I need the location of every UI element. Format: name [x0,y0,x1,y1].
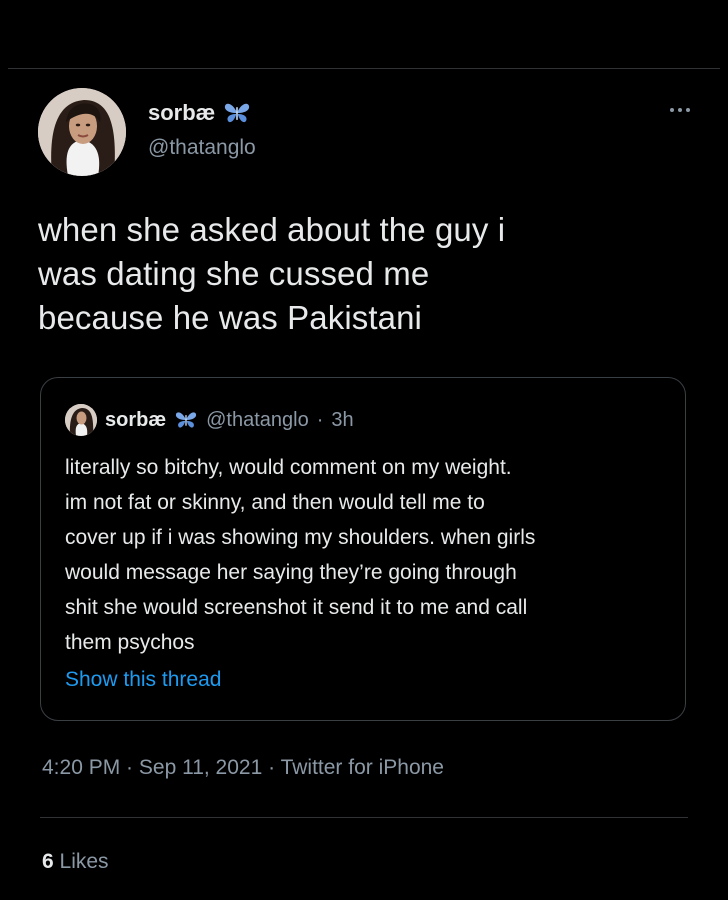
tweet-header: sorbæ @thatanglo [38,88,690,180]
author-name-row: sorbæ [148,100,251,126]
quoted-tweet-header: sorbæ @thatanglo · 3h [65,404,354,436]
quoted-text-line: them psychos [65,631,195,654]
quoted-separator: · [316,408,324,431]
avatar-photo [38,88,126,176]
author-avatar[interactable] [38,88,126,176]
quoted-author-avatar [65,404,97,436]
author-display-name[interactable]: sorbæ [148,100,215,126]
quoted-text-line: would message her saying they’re going t… [65,561,517,584]
quoted-text-line: literally so bitchy, would comment on my… [65,456,512,479]
show-thread-link[interactable]: Show this thread [65,668,221,692]
meta-separator: · [262,756,281,779]
quoted-author-name: sorbæ [105,408,167,431]
meta-separator: · [120,756,139,779]
likes-stat[interactable]: 6 Likes [42,850,109,874]
more-options-button[interactable] [662,100,698,120]
quoted-text-line: cover up if i was showing my shoulders. … [65,526,536,549]
butterfly-icon [223,101,251,125]
quoted-author-handle: @thatanglo [206,408,309,431]
tweet-timestamp-row: 4:20 PM · Sep 11, 2021 · Twitter for iPh… [42,756,444,780]
tweet-text-line: was dating she cussed me [38,255,430,292]
tweet-body: when she asked about the guy i was datin… [38,208,678,340]
more-options-icon [670,108,674,112]
butterfly-icon [174,410,198,430]
quoted-text-line: shit she would screenshot it send it to … [65,596,528,619]
likes-count: 6 [42,850,54,873]
quoted-text-line: im not fat or skinny, and then would tel… [65,491,485,514]
more-options-dot [686,108,690,112]
stats-divider [40,817,688,818]
tweet-text-line: when she asked about the guy i [38,211,506,248]
tweet-time[interactable]: 4:20 PM [42,756,120,779]
more-options-dot [678,108,682,112]
top-divider [8,68,720,69]
quoted-tweet-body: literally so bitchy, would comment on my… [65,450,665,660]
tweet-date[interactable]: Sep 11, 2021 [139,756,262,779]
author-handle[interactable]: @thatanglo [148,136,256,160]
tweet-text-line: because he was Pakistani [38,299,422,336]
quoted-tweet-card[interactable]: sorbæ @thatanglo · 3h literally so bitch… [40,377,686,721]
quoted-time-ago: 3h [331,408,354,431]
tweet-source-link[interactable]: Twitter for iPhone [281,756,444,779]
likes-label: Likes [59,850,109,873]
